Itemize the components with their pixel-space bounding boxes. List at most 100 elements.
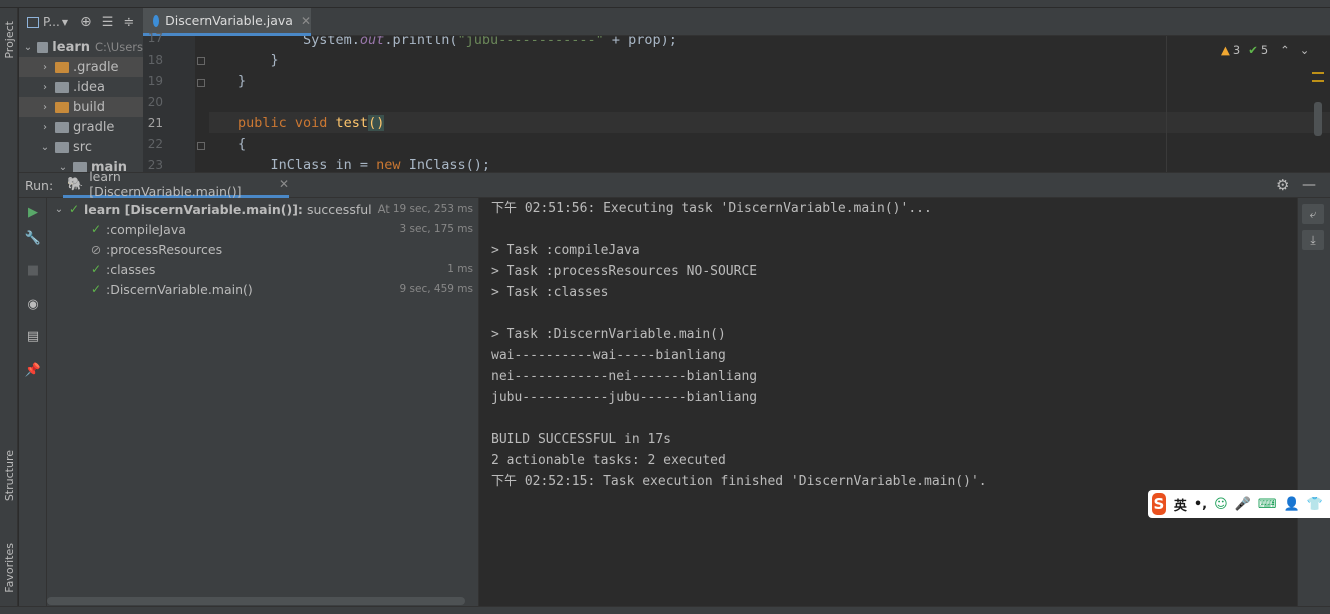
- chevron-right-icon[interactable]: ›: [39, 82, 51, 93]
- rerun-icon[interactable]: ▶: [23, 202, 43, 222]
- horizontal-scrollbar[interactable]: [47, 597, 465, 605]
- line-number-gutter: 17 18 19 20 21 22 23: [143, 31, 195, 172]
- close-icon[interactable]: ✕: [279, 177, 289, 191]
- dropdown-arrow-icon[interactable]: ▼: [62, 18, 68, 27]
- warning-stripe[interactable]: [1312, 80, 1324, 82]
- ime-toolbar[interactable]: S 英 •, ☺ 🎤 ⌨ 👤 👕: [1148, 490, 1330, 518]
- chevron-right-icon[interactable]: ›: [39, 122, 51, 133]
- fold-marker-icon[interactable]: [197, 79, 205, 87]
- java-class-icon: [153, 14, 160, 27]
- sogou-logo-icon: S: [1152, 493, 1166, 515]
- code-line-18: }: [238, 52, 279, 68]
- run-tool-header: Run: 🐘 learn [DiscernVariable.main()] ✕ …: [19, 169, 1330, 199]
- build-task-node[interactable]: ✓ :DiscernVariable.main() 9 sec, 459 ms: [47, 279, 479, 299]
- editor-scrollbar-thumb[interactable]: [1314, 102, 1322, 136]
- chevron-down-icon[interactable]: ⌄: [23, 42, 33, 53]
- fold-marker-icon[interactable]: [197, 142, 205, 150]
- editor-tab-discernvariable[interactable]: DiscernVariable.java ✕: [143, 8, 311, 36]
- chevron-down-icon[interactable]: ⌄: [53, 204, 65, 215]
- console-output[interactable]: 下午 02:51:56: Executing task 'DiscernVari…: [479, 198, 1297, 614]
- emoji-icon[interactable]: ☺: [1214, 497, 1228, 512]
- line-number: 17: [147, 31, 163, 45]
- inspection-widget[interactable]: ▲ 3 ✔ 5 ⌃ ⌄: [1221, 42, 1309, 58]
- structure-tool-tab[interactable]: Structure: [0, 440, 18, 512]
- chevron-down-icon[interactable]: ⌄: [57, 162, 69, 173]
- tree-root-label: learn: [52, 39, 91, 55]
- line-number: 22: [147, 137, 163, 151]
- code-token: public void: [238, 115, 336, 131]
- eye-icon[interactable]: ◉: [23, 294, 43, 314]
- run-label: Run:: [25, 177, 54, 193]
- pin-icon[interactable]: 📌: [23, 360, 43, 380]
- console-line: > Task :DiscernVariable.main(): [491, 327, 726, 342]
- layout-icon[interactable]: ▤: [23, 326, 43, 346]
- folder-icon: [55, 61, 69, 73]
- tree-item-build[interactable]: › build: [19, 97, 143, 117]
- task-duration: 3 sec, 175 ms: [399, 223, 473, 235]
- options-icon[interactable]: ≑: [123, 15, 134, 30]
- close-icon[interactable]: ✕: [301, 14, 311, 28]
- tree-item-gradle[interactable]: › gradle: [19, 117, 143, 137]
- scroll-to-end-icon[interactable]: ⤓: [1302, 230, 1324, 250]
- tree-item-gradle-dir[interactable]: › .gradle: [19, 57, 143, 77]
- success-check-icon: ✓: [90, 282, 102, 296]
- minimize-icon[interactable]: —: [1302, 177, 1316, 193]
- collapse-all-icon[interactable]: ☰: [102, 15, 114, 30]
- tree-item-idea[interactable]: › .idea: [19, 77, 143, 97]
- ime-language[interactable]: 英: [1174, 495, 1187, 514]
- previous-highlight-icon[interactable]: ⌃: [1280, 43, 1290, 57]
- editor-tab-bar: DiscernVariable.java ✕: [143, 8, 1330, 36]
- build-tree: ⌄ ✓ learn [DiscernVariable.main()]: succ…: [47, 198, 479, 614]
- warning-icon: ▲: [1221, 43, 1230, 57]
- project-tab-label: Project: [2, 21, 16, 59]
- title-strip: [0, 0, 1330, 8]
- tree-item-src[interactable]: ⌄ src: [19, 137, 143, 157]
- build-root-node[interactable]: ⌄ ✓ learn [DiscernVariable.main()]: succ…: [47, 199, 479, 219]
- chevron-right-icon[interactable]: ›: [39, 62, 51, 73]
- code-line-23: InClass in = new InClass();: [238, 155, 490, 172]
- code-token: InClass();: [400, 157, 490, 172]
- console-line: BUILD SUCCESSFUL in 17s: [491, 432, 672, 447]
- skipped-icon: ⊘: [90, 241, 102, 257]
- tree-root-learn[interactable]: ⌄ learn C:\Users: [19, 37, 143, 57]
- ide-window: Project Structure Favorites P... ▼ ⊕ ☰ ≑…: [0, 0, 1330, 614]
- chevron-down-icon[interactable]: ⌄: [39, 142, 51, 153]
- skin-icon[interactable]: 👕: [1307, 497, 1323, 512]
- project-tool-tab[interactable]: Project: [0, 12, 18, 68]
- tree-item-label: .idea: [73, 79, 105, 95]
- favorites-tool-tab[interactable]: Favorites: [0, 528, 18, 608]
- tree-item-label: src: [73, 139, 92, 155]
- soft-wrap-icon[interactable]: ⤶: [1302, 204, 1324, 224]
- task-name: :processResources: [106, 241, 223, 257]
- success-check-icon: ✓: [68, 202, 80, 216]
- build-task-node[interactable]: ✓ :compileJava 3 sec, 175 ms: [47, 219, 479, 239]
- success-check-icon: ✓: [90, 262, 102, 276]
- fold-gutter: [195, 36, 209, 172]
- punctuation-icon[interactable]: •,: [1194, 497, 1207, 512]
- wrench-icon[interactable]: 🔧: [23, 228, 43, 248]
- run-config-tab-label: learn [DiscernVariable.main()]: [89, 169, 242, 199]
- gear-icon[interactable]: ⚙: [1276, 176, 1289, 194]
- build-task-node[interactable]: ⊘ :processResources: [47, 239, 479, 259]
- project-panel-title[interactable]: P...: [43, 15, 60, 29]
- warning-stripe[interactable]: [1312, 72, 1324, 74]
- run-config-tab[interactable]: 🐘 learn [DiscernVariable.main()] ✕: [63, 169, 289, 199]
- microphone-icon[interactable]: 🎤: [1235, 497, 1251, 512]
- console-line: > Task :processResources NO-SOURCE: [491, 264, 758, 279]
- code-editor[interactable]: System.out.println("jubu------------" + …: [209, 36, 1330, 172]
- user-icon[interactable]: 👤: [1284, 497, 1300, 512]
- typo-check-icon: ✔: [1248, 43, 1258, 57]
- keyboard-icon[interactable]: ⌨: [1258, 497, 1277, 512]
- chevron-right-icon[interactable]: ›: [39, 102, 51, 113]
- line-number: 20: [147, 95, 163, 109]
- folder-icon: [73, 161, 87, 172]
- stop-icon[interactable]: ■: [23, 260, 43, 280]
- next-highlight-icon[interactable]: ⌄: [1300, 43, 1310, 57]
- build-root-name: learn [DiscernVariable.main()]:: [84, 201, 303, 217]
- gradle-elephant-icon: 🐘: [67, 176, 84, 192]
- locate-icon[interactable]: ⊕: [80, 14, 92, 30]
- success-check-icon: ✓: [90, 222, 102, 236]
- build-status: successful: [306, 201, 372, 217]
- fold-marker-icon[interactable]: [197, 57, 205, 65]
- build-task-node[interactable]: ✓ :classes 1 ms: [47, 259, 479, 279]
